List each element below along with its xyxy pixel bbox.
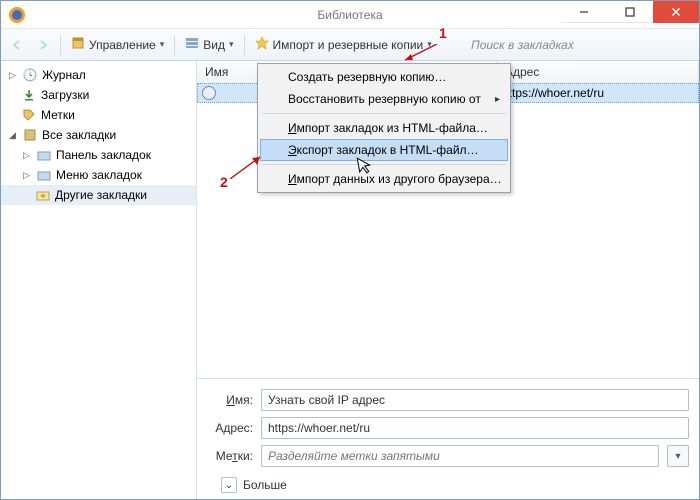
bookmarks-icon [22,127,38,143]
titlebar: Библиотека ✕ [1,1,699,29]
download-icon [21,87,37,103]
clock-icon: 🕓 [22,67,38,83]
firefox-icon [7,5,27,25]
organize-button[interactable]: Управление ▾ [66,33,169,57]
expander-icon[interactable]: ▷ [21,170,32,181]
search-placeholder: Поиск в закладках [471,38,574,52]
tree-downloads[interactable]: Загрузки [1,85,196,105]
globe-icon [202,86,216,100]
address-field[interactable] [261,417,689,439]
name-field[interactable] [261,389,689,411]
import-backup-menu: Создать резервную копию… Восстановить ре… [257,63,511,193]
tree-all-bookmarks[interactable]: ◢ Все закладки [1,125,196,145]
tree-toolbar-bookmarks[interactable]: ▷ Панель закладок [1,145,196,165]
folder-star-icon [35,187,51,203]
label-name: Имя: [207,393,253,407]
tags-dropdown-button[interactable]: ▾ [667,445,689,467]
chevron-down-icon: ▾ [675,451,680,462]
folder-icon [36,167,52,183]
organize-label: Управление [89,38,156,52]
menu-create-backup[interactable]: Создать резервную копию… [260,66,508,88]
star-icon [255,36,269,53]
menu-export-html[interactable]: Экспорт закладок в HTML-файл… [260,139,508,161]
more-toggle[interactable]: ⌄ Больше [207,473,689,493]
tree-other-bookmarks[interactable]: Другие закладки [1,185,196,205]
chevron-down-icon: ▾ [229,39,234,50]
annotation-arrow-icon [230,155,266,179]
tree-label: Другие закладки [55,188,147,202]
annotation-arrow-icon [401,44,441,68]
menu-restore-backup[interactable]: Восстановить резервную копию от ▸ [260,88,508,110]
details-pane: Имя: Адрес: Метки: ▾ ⌄ Больше [197,378,699,499]
tree-history[interactable]: ▷ 🕓 Журнал [1,65,196,85]
tree-label: Меню закладок [56,168,142,182]
tag-icon [21,107,37,123]
forward-button[interactable] [31,33,55,57]
tree-tags[interactable]: Метки [1,105,196,125]
folder-icon [36,147,52,163]
annotation-1: 1 [439,25,447,41]
tree-pane[interactable]: ▷ 🕓 Журнал Загрузки Метки ◢ [1,61,197,499]
tree-label: Журнал [42,68,86,82]
toolbar: Управление ▾ Вид ▾ Импорт и резервные ко… [1,29,699,61]
col-address[interactable]: Адрес [497,61,699,83]
view-label: Вид [203,38,225,52]
label-tags: Метки: [207,449,253,463]
view-button[interactable]: Вид ▾ [180,33,238,57]
library-window: Библиотека ✕ Управление ▾ [0,0,700,500]
label-address: Адрес: [207,421,253,435]
menu-import-browser[interactable]: Импорт данных из другого браузера… [260,168,508,190]
submenu-arrow-icon: ▸ [495,94,500,105]
chevron-down-icon: ▾ [160,39,165,50]
search-input[interactable]: Поиск в закладках [465,34,695,56]
more-label: Больше [243,478,287,492]
close-button[interactable]: ✕ [653,1,699,23]
tree-label: Все закладки [42,128,116,142]
expander-icon[interactable]: ▷ [21,150,32,161]
item-address: https://whoer.net/ru [502,86,604,100]
minimize-button[interactable] [561,1,607,23]
expander-icon[interactable]: ◢ [7,130,18,141]
menu-import-html[interactable]: Импорт закладок из HTML-файла… [260,117,508,139]
expander-icon[interactable]: ▷ [7,70,18,81]
back-button[interactable] [5,33,29,57]
menu-separator [262,164,506,165]
tree-label: Метки [41,108,75,122]
tree-label: Панель закладок [56,148,151,162]
window-controls: ✕ [561,1,699,23]
organize-icon [71,36,85,53]
menu-separator [262,113,506,114]
tree-menu-bookmarks[interactable]: ▷ Меню закладок [1,165,196,185]
tags-field[interactable] [261,445,659,467]
tree-label: Загрузки [41,88,89,102]
annotation-2: 2 [220,174,228,190]
chevron-down-icon: ⌄ [221,477,237,493]
maximize-button[interactable] [607,1,653,23]
view-icon [185,36,199,53]
